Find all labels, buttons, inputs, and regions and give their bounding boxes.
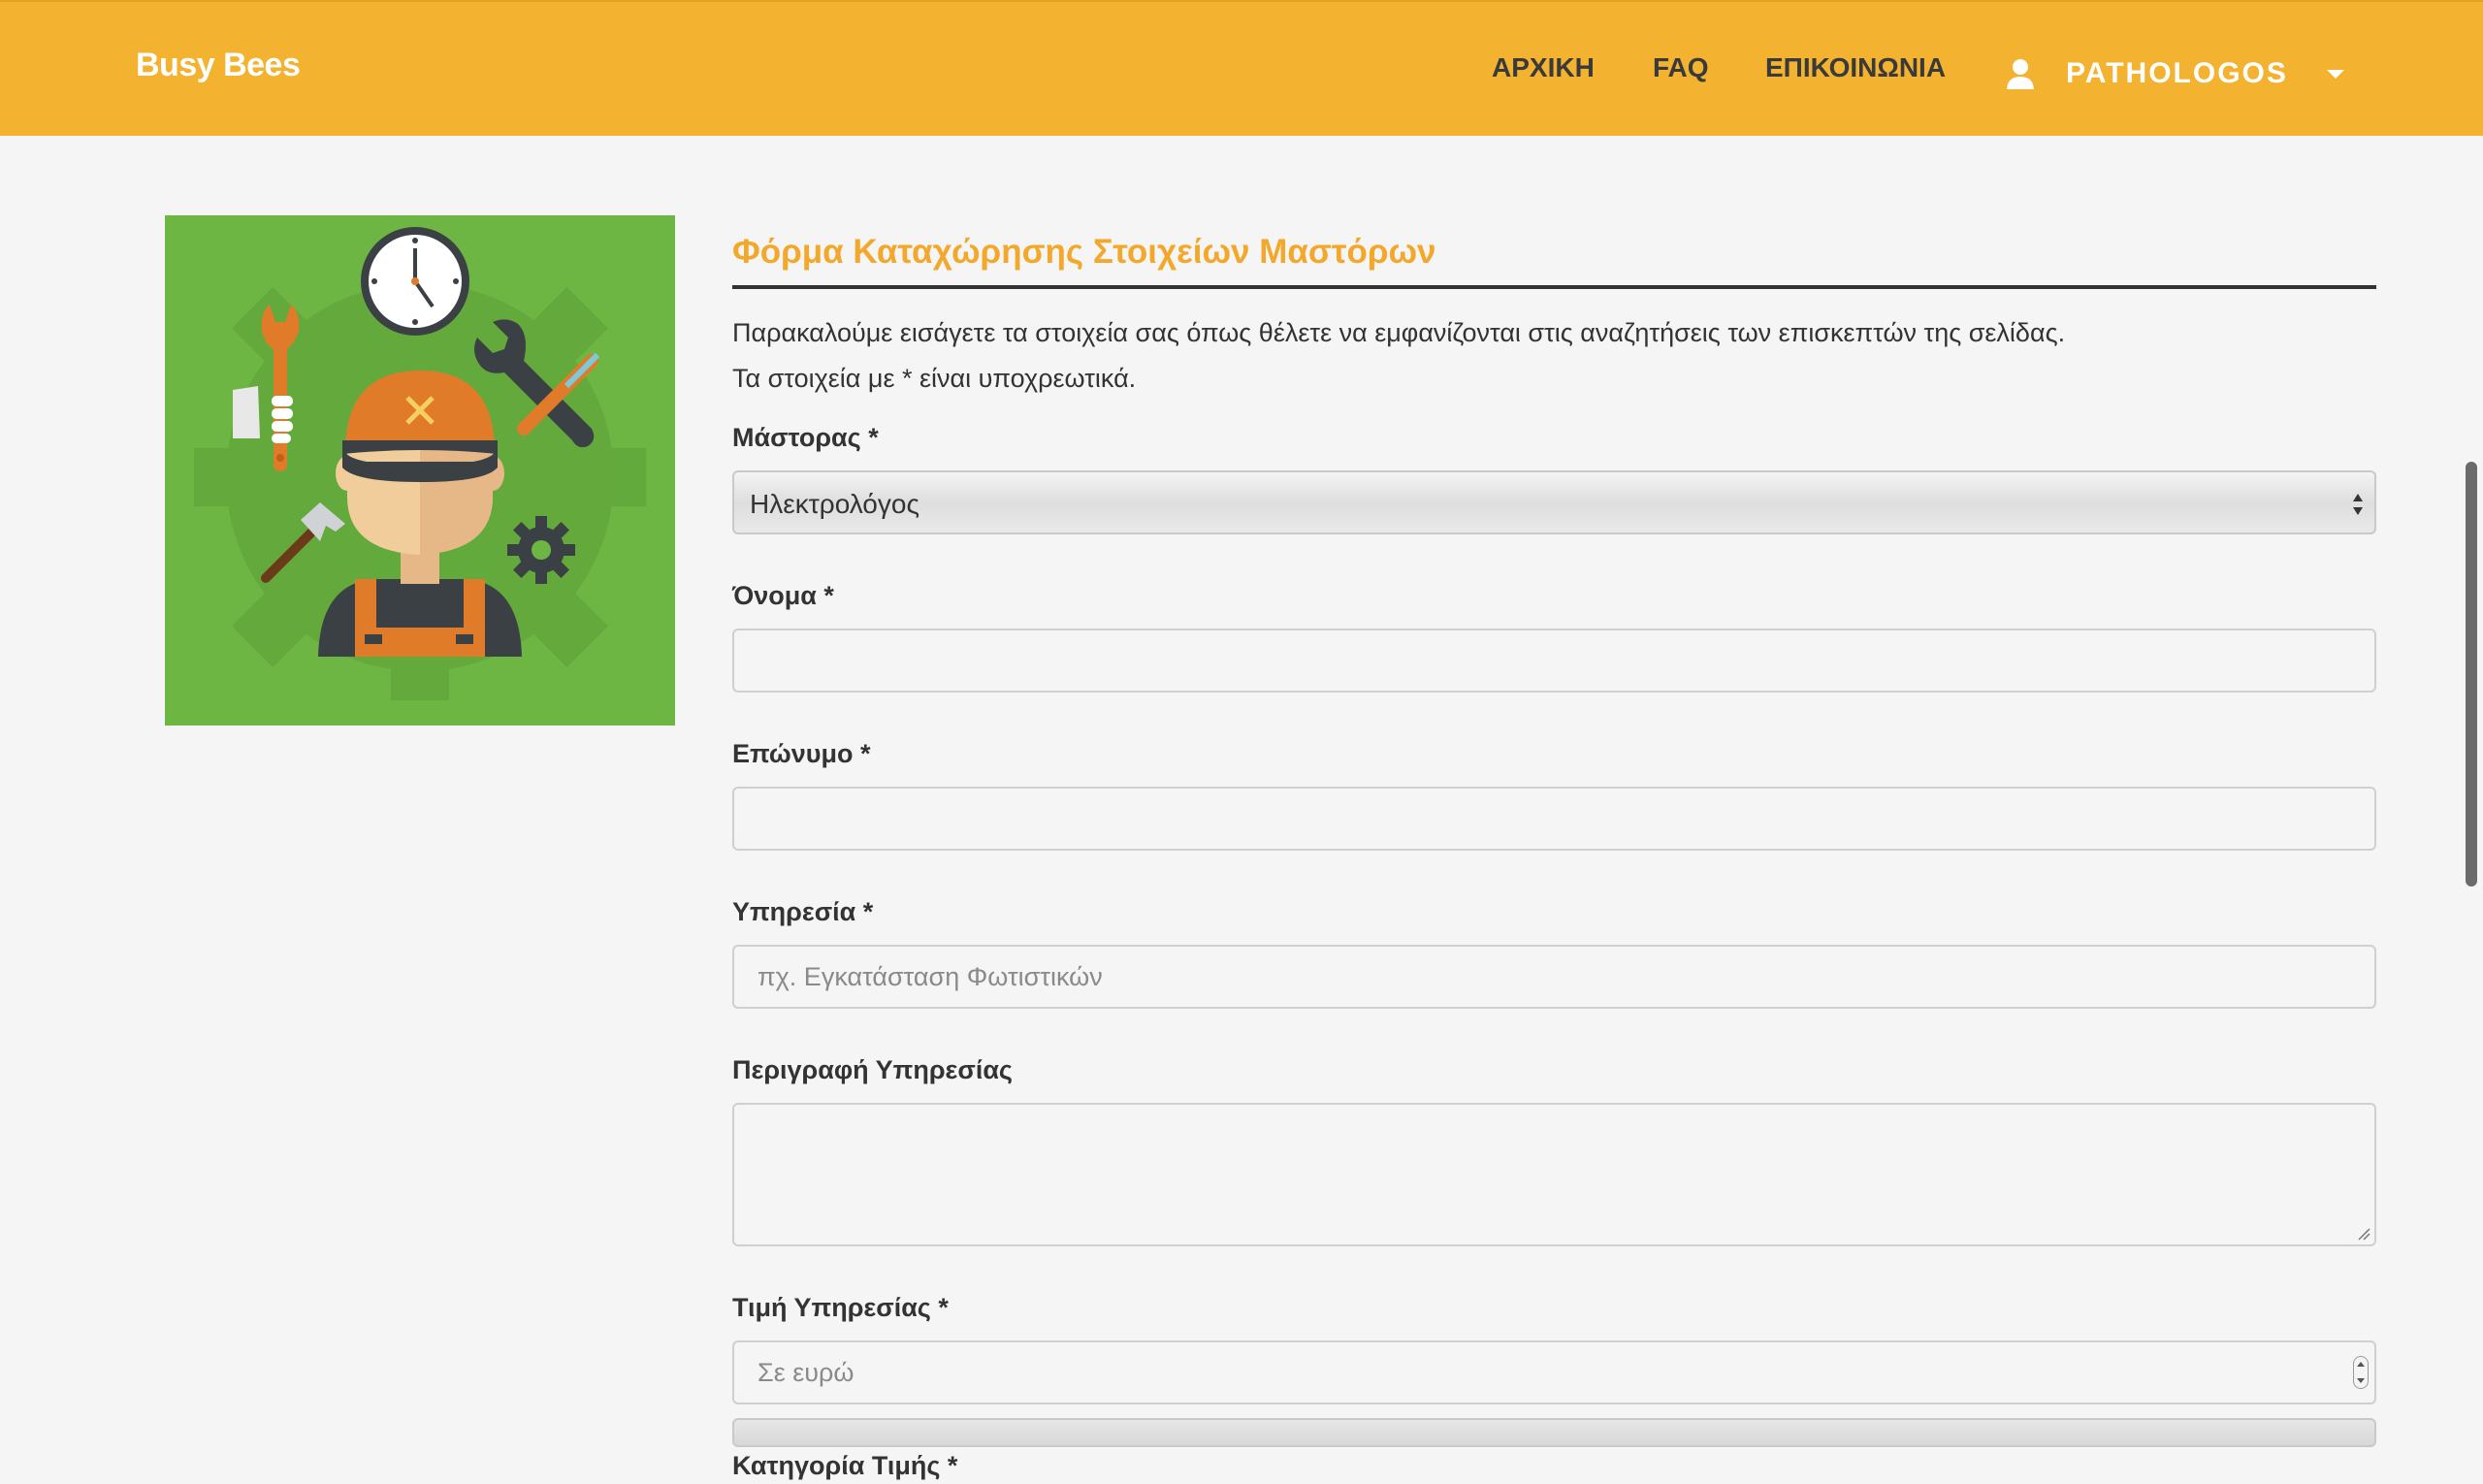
field-group-onoma: Όνομα *	[732, 581, 2376, 693]
eponymo-label: Επώνυμο *	[732, 739, 871, 768]
registration-form: Φόρμα Καταχώρησης Στοιχείων Μαστόρων Παρ…	[732, 215, 2376, 1484]
field-group-timi: Τιμή Υπηρεσίας *	[732, 1293, 2376, 1404]
ypiresia-input[interactable]	[732, 945, 2376, 1009]
user-menu[interactable]: PATHOLOGOS	[2006, 52, 2344, 95]
mastoras-label: Μάστορας *	[732, 423, 879, 452]
perigrafi-label: Περιγραφή Υπηρεσίας	[732, 1055, 1013, 1084]
nav-link-contact[interactable]: ΕΠΙΚΟΙΝΩΝΙΑ	[1765, 52, 1946, 83]
eponymo-input[interactable]	[732, 787, 2376, 851]
caret-down-icon	[2326, 69, 2344, 79]
katigoria-select[interactable]	[732, 1418, 2376, 1447]
mastoras-select[interactable]: Ηλεκτρολόγος	[732, 470, 2376, 534]
timi-label: Τιμή Υπηρεσίας *	[732, 1293, 949, 1322]
brand-logo[interactable]: Busy Bees	[136, 47, 301, 84]
number-spinner-icon[interactable]	[2353, 1356, 2369, 1389]
field-group-ypiresia: Υπηρεσία *	[732, 897, 2376, 1009]
field-group-katigoria: Κατηγορία Τιμής *	[732, 1451, 2376, 1484]
perigrafi-textarea[interactable]	[732, 1103, 2376, 1246]
intro-line-1: Παρακαλούμε εισάγετε τα στοιχεία σας όπω…	[732, 318, 2066, 347]
onoma-label: Όνομα *	[732, 581, 834, 610]
user-name: PATHOLOGOS	[2066, 57, 2288, 89]
select-arrows-icon	[2353, 494, 2363, 515]
resize-grip-icon[interactable]	[2357, 1227, 2370, 1241]
gear-icon	[507, 516, 575, 584]
katigoria-label: Κατηγορία Τιμής *	[732, 1451, 958, 1480]
timi-number-wrapper	[732, 1340, 2376, 1404]
clock-icon	[361, 227, 469, 336]
field-group-eponymo: Επώνυμο *	[732, 739, 2376, 851]
navbar: Busy Bees ΑΡΧΙΚΗ FAQ ΕΠΙΚΟΙΝΩΝΙΑ PATHOLO…	[0, 0, 2483, 136]
worker-illustration	[165, 215, 675, 726]
form-title: Φόρμα Καταχώρησης Στοιχείων Μαστόρων	[732, 233, 1436, 271]
nav-link-home[interactable]: ΑΡΧΙΚΗ	[1492, 52, 1595, 83]
scrollbar-thumb[interactable]	[2466, 462, 2477, 887]
mastoras-selected-value: Ηλεκτρολόγος	[750, 489, 919, 519]
user-icon	[2007, 59, 2034, 89]
title-divider	[732, 285, 2376, 289]
field-group-perigrafi: Περιγραφή Υπηρεσίας	[732, 1055, 2376, 1246]
onoma-input[interactable]	[732, 629, 2376, 693]
nav-link-faq[interactable]: FAQ	[1653, 52, 1709, 83]
form-intro: Παρακαλούμε εισάγετε τα στοιχεία σας όπω…	[732, 310, 2376, 402]
intro-line-2: Τα στοιχεία με * είναι υποχρεωτικά.	[732, 364, 1137, 393]
timi-input[interactable]	[732, 1340, 2376, 1404]
field-group-mastoras: Μάστορας * Ηλεκτρολόγος	[732, 423, 2376, 534]
ypiresia-label: Υπηρεσία *	[732, 897, 874, 926]
